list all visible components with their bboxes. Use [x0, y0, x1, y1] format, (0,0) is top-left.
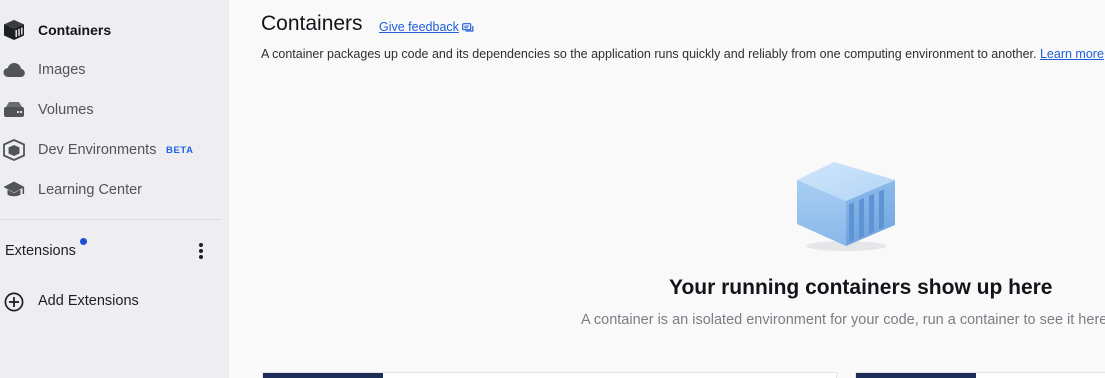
kebab-dot [199, 249, 203, 253]
sidebar-item-dev-environments[interactable]: Dev Environments BETA [0, 130, 229, 170]
add-extensions-button[interactable]: Add Extensions [0, 281, 229, 321]
graduation-cap-icon [2, 178, 26, 202]
feedback-icon[interactable] [462, 23, 474, 34]
notification-dot [80, 238, 87, 245]
extensions-menu-button[interactable] [195, 241, 207, 261]
kebab-dot [199, 255, 203, 259]
card-header [856, 373, 976, 378]
sidebar-item-volumes[interactable]: Volumes [0, 90, 229, 130]
extensions-heading: Extensions [5, 243, 76, 259]
empty-state-title: Your running containers show up here [669, 276, 1053, 299]
sidebar-item-containers[interactable]: Containers [0, 10, 229, 50]
guide-card[interactable] [855, 372, 1105, 378]
cloud-icon [2, 58, 26, 82]
empty-state-subtitle: A container is an isolated environment f… [581, 312, 1105, 328]
sidebar-item-label: Images [38, 62, 86, 78]
add-circle-icon [4, 292, 24, 312]
sidebar-divider [0, 219, 222, 220]
container-illustration [797, 162, 895, 251]
description-text: A container packages up code and its dep… [261, 47, 1037, 61]
learn-more-link[interactable]: Learn more [1040, 47, 1104, 61]
give-feedback-link[interactable]: Give feedback [379, 20, 459, 34]
sidebar-item-learning-center[interactable]: Learning Center [0, 170, 229, 210]
sidebar-item-label: Containers [38, 22, 112, 38]
kebab-dot [199, 243, 203, 247]
guide-card[interactable] [262, 372, 837, 378]
page-description: A container packages up code and its dep… [261, 47, 1104, 61]
sidebar: Containers Images Volumes Dev Environmen… [0, 0, 229, 378]
page-title: Containers [261, 12, 363, 35]
add-extensions-label: Add Extensions [38, 293, 139, 309]
docker-desktop-window: Containers Images Volumes Dev Environmen… [0, 0, 1105, 378]
dev-env-icon [2, 138, 26, 162]
sidebar-item-images[interactable]: Images [0, 50, 229, 90]
card-header [263, 373, 383, 378]
volume-icon [2, 98, 26, 122]
sidebar-item-label: Learning Center [38, 182, 142, 198]
beta-badge: BETA [166, 144, 194, 156]
sidebar-item-label: Volumes [38, 102, 94, 118]
container-icon [2, 18, 26, 42]
sidebar-item-label: Dev Environments [38, 142, 157, 158]
main-content: Containers Give feedback A container pac… [229, 0, 1105, 378]
